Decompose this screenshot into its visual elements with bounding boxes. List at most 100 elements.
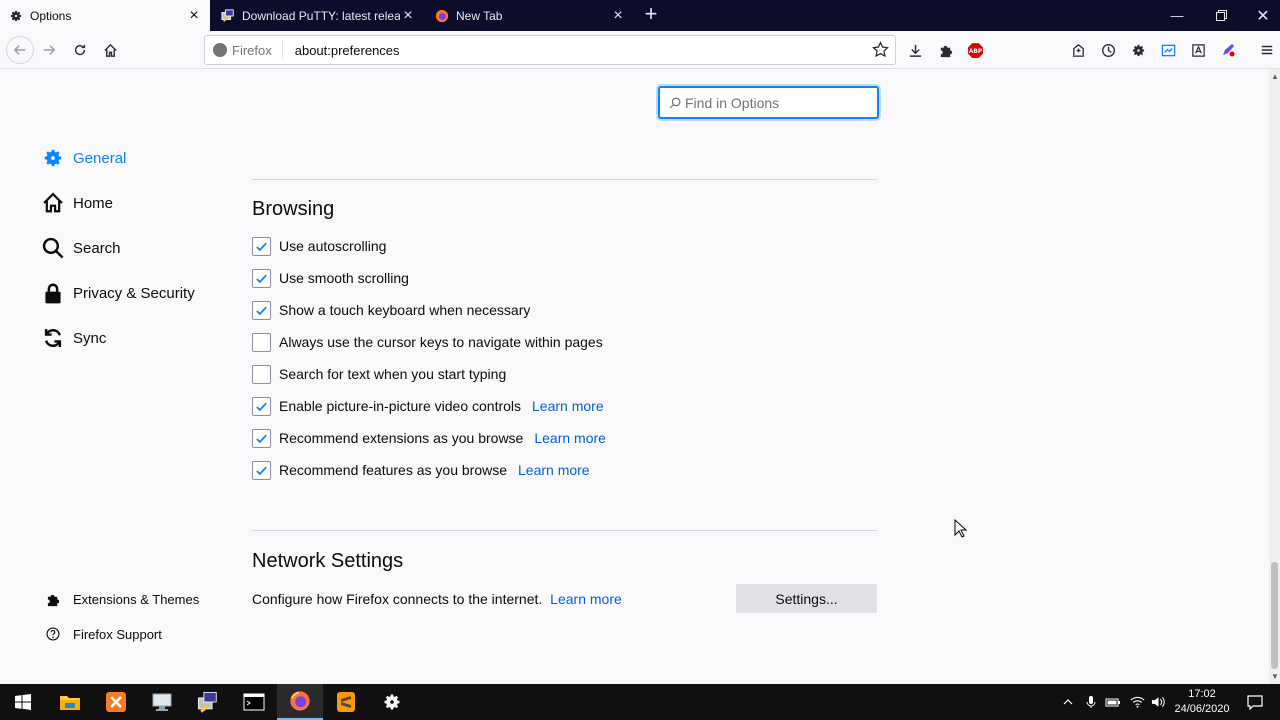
firefox-icon (434, 8, 450, 24)
settings-gear-icon[interactable] (1126, 38, 1150, 62)
sublime-text-icon[interactable] (323, 684, 369, 720)
close-tab-icon[interactable]: × (400, 7, 416, 24)
microphone-icon[interactable] (1081, 684, 1101, 720)
minimize-icon[interactable]: — (1155, 0, 1199, 31)
system-clock[interactable]: 17:02 24/06/2020 (1170, 687, 1234, 717)
reload-button[interactable] (68, 38, 92, 62)
browsing-option[interactable]: Always use the cursor keys to navigate w… (252, 332, 603, 352)
home-icon (42, 192, 64, 214)
browsing-option-label: Enable picture-in-picture video controls (279, 398, 522, 414)
checkmark-icon (256, 306, 267, 315)
section-divider (252, 530, 877, 531)
checkmark-icon (256, 402, 267, 411)
reader-icon[interactable] (1186, 38, 1210, 62)
browsing-option-label: Recommend extensions as you browse (279, 430, 524, 446)
sidebar-extensions-themes[interactable]: Extensions & Themes (45, 591, 199, 607)
page-scrollbar[interactable]: ▲ ▼ (1269, 69, 1280, 684)
find-in-options[interactable] (658, 86, 879, 119)
start-button[interactable] (0, 684, 46, 720)
forward-button[interactable] (37, 38, 61, 62)
learn-more-link[interactable]: Learn more (532, 398, 604, 414)
svg-text:ABP: ABP (968, 49, 982, 55)
checkbox-checked[interactable] (252, 300, 271, 320)
scroll-up-icon[interactable]: ▲ (1271, 72, 1279, 81)
close-tab-icon[interactable]: × (610, 7, 626, 24)
extensions-icon[interactable] (933, 38, 957, 62)
scrollbar-thumb[interactable] (1271, 562, 1278, 669)
screenshot-icon[interactable] (1156, 38, 1180, 62)
putty-taskbar-icon[interactable] (185, 684, 231, 720)
settings-taskbar-icon[interactable] (369, 684, 415, 720)
checkbox-checked[interactable] (252, 460, 271, 480)
adblock-icon[interactable]: ABP (963, 38, 987, 62)
learn-more-link[interactable]: Learn more (534, 430, 606, 446)
browsing-option[interactable]: Enable picture-in-picture video controls… (252, 396, 604, 416)
browsing-option[interactable]: Recommend features as you browse Learn mo… (252, 460, 590, 480)
tab-title: New Tab (456, 8, 503, 23)
firefox-taskbar-icon[interactable] (277, 684, 323, 720)
toolbar: Firefox about:preferences ABP (0, 31, 1280, 69)
battery-icon[interactable] (1103, 684, 1123, 720)
browsing-option-label: Show a touch keyboard when necessary (279, 302, 531, 318)
sidebar-firefox-support[interactable]: Firefox Support (45, 626, 162, 642)
bookmark-star-icon[interactable] (872, 41, 889, 61)
tab-options[interactable]: Options × (0, 0, 210, 31)
checkbox-unchecked[interactable] (252, 332, 271, 352)
network-app-icon[interactable] (139, 684, 185, 720)
checkbox-unchecked[interactable] (252, 364, 271, 384)
identity-box[interactable]: Firefox (205, 41, 283, 59)
xampp-icon[interactable] (93, 684, 139, 720)
tab-putty[interactable]: Download PuTTY: latest release × (212, 0, 424, 31)
back-button[interactable] (6, 36, 34, 64)
learn-more-link[interactable]: Learn more (518, 462, 590, 478)
volume-icon[interactable] (1148, 684, 1168, 720)
new-tab-button[interactable]: + (640, 3, 662, 26)
browsing-option-label: Use autoscrolling (279, 238, 387, 254)
mouse-cursor-icon (954, 519, 968, 538)
terminal-icon[interactable] (231, 684, 277, 720)
sidebar-item-label: Sync (73, 329, 107, 347)
hamburger-menu-icon[interactable] (1255, 38, 1279, 62)
sidebar-item-privacy[interactable]: Privacy & Security (42, 282, 195, 304)
sidebar-item-home[interactable]: Home (42, 192, 113, 214)
url-bar[interactable]: Firefox about:preferences (204, 35, 896, 65)
sidebar-item-sync[interactable]: Sync (42, 327, 106, 349)
search-input[interactable] (685, 94, 865, 111)
checkbox-checked[interactable] (252, 236, 271, 256)
close-window-icon[interactable]: ✕ (1241, 0, 1280, 31)
gear-icon (42, 147, 64, 169)
puzzle-icon (45, 591, 61, 607)
restore-icon[interactable] (1199, 0, 1243, 31)
search-icon (669, 97, 681, 108)
tab-new[interactable]: New Tab × (426, 0, 634, 31)
checkbox-checked[interactable] (252, 396, 271, 416)
firefox-icon (213, 43, 227, 57)
checkbox-checked[interactable] (252, 268, 271, 288)
pen-extension-icon[interactable] (1216, 38, 1240, 62)
browsing-option[interactable]: Recommend extensions as you browse Learn … (252, 428, 606, 448)
browsing-option[interactable]: Use smooth scrolling (252, 268, 409, 288)
checkmark-icon (256, 434, 267, 443)
search-icon (42, 237, 64, 259)
notifications-icon[interactable] (1242, 684, 1268, 720)
network-learn-more-link[interactable]: Learn more (550, 591, 622, 607)
browsing-option[interactable]: Use autoscrolling (252, 236, 386, 256)
home-button[interactable] (98, 38, 122, 62)
sidebar-item-search[interactable]: Search (42, 237, 121, 259)
history-icon[interactable] (1096, 38, 1120, 62)
library-icon[interactable] (1066, 38, 1090, 62)
network-settings-button[interactable]: Settings... (736, 584, 877, 613)
browsing-option[interactable]: Search for text when you start typing (252, 364, 506, 384)
wifi-icon[interactable] (1126, 684, 1148, 720)
close-tab-icon[interactable]: × (186, 7, 202, 24)
gear-icon (8, 8, 24, 24)
url-text[interactable]: about:preferences (283, 43, 400, 58)
checkbox-checked[interactable] (252, 428, 271, 448)
browsing-option[interactable]: Show a touch keyboard when necessary (252, 300, 530, 320)
file-explorer-icon[interactable] (47, 684, 93, 720)
tray-chevron-icon[interactable] (1058, 684, 1078, 720)
scroll-down-icon[interactable]: ▼ (1271, 672, 1279, 681)
tab-title: Download PuTTY: latest release (242, 8, 400, 23)
downloads-icon[interactable] (903, 38, 927, 62)
sidebar-item-general[interactable]: General (42, 147, 126, 169)
